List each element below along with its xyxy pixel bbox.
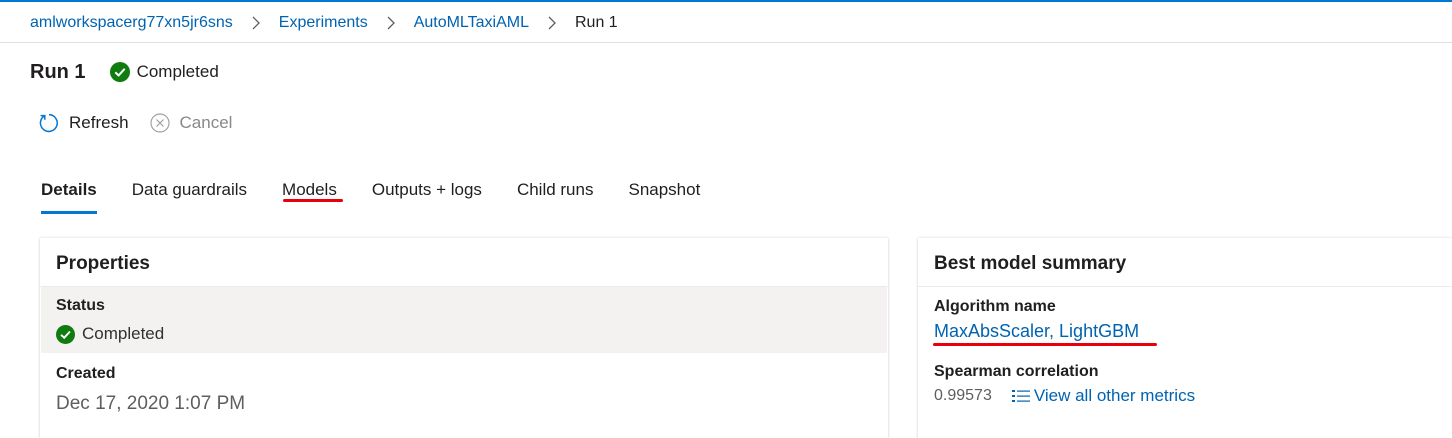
check-circle-icon — [109, 62, 130, 82]
breadcrumb-experiment-name[interactable]: AutoMLTaxiAML — [414, 14, 529, 32]
refresh-label: Refresh — [69, 113, 129, 132]
header-divider — [0, 42, 1452, 43]
property-created: Created Dec 17, 2020 1:07 PM — [41, 355, 887, 421]
status-value-text: Completed — [82, 324, 165, 343]
algorithm-name-link[interactable]: MaxAbsScaler, LightGBM — [934, 321, 1139, 342]
refresh-button[interactable]: Refresh — [38, 112, 129, 134]
tab-outputs-logs[interactable]: Outputs + logs — [372, 176, 482, 204]
cancel-label: Cancel — [179, 113, 233, 132]
cancel-button[interactable]: Cancel — [149, 112, 233, 134]
tab-snapshot[interactable]: Snapshot — [628, 176, 700, 204]
tab-bar: Details Data guardrails Models Outputs +… — [41, 176, 735, 216]
page-title: Run 1 — [30, 60, 86, 83]
breadcrumb-current: Run 1 — [575, 14, 618, 31]
tab-data-guardrails[interactable]: Data guardrails — [132, 176, 247, 204]
properties-card: Properties Status Completed Created Dec … — [40, 238, 888, 438]
view-all-metrics-label: View all other metrics — [1033, 386, 1196, 405]
command-bar: Refresh Cancel — [38, 110, 232, 136]
check-circle-icon — [56, 324, 75, 344]
property-status: Status Completed — [41, 287, 887, 353]
status-value: Completed — [56, 324, 164, 344]
list-icon — [1011, 389, 1030, 403]
cancel-circle-icon — [149, 112, 171, 134]
metric-label: Spearman correlation — [934, 363, 1099, 380]
annotation-underline-models — [283, 199, 343, 202]
properties-title: Properties — [56, 253, 150, 274]
metric-row: 0.99573 View all other metrics — [934, 386, 1195, 406]
annotation-underline-algorithm — [933, 343, 1157, 346]
metric-value: 0.99573 — [934, 387, 992, 404]
chevron-right-icon — [249, 16, 263, 30]
breadcrumb: amlworkspacerg77xn5jr6sns Experiments Au… — [30, 12, 618, 34]
breadcrumb-workspace[interactable]: amlworkspacerg77xn5jr6sns — [30, 14, 233, 32]
created-value: Dec 17, 2020 1:07 PM — [56, 393, 246, 414]
status-label: Status — [56, 297, 105, 314]
algorithm-name-label: Algorithm name — [934, 298, 1056, 315]
tab-child-runs[interactable]: Child runs — [517, 176, 594, 204]
breadcrumb-experiments[interactable]: Experiments — [279, 14, 368, 32]
run-status-label: Completed — [136, 62, 219, 81]
top-accent-line — [0, 0, 1452, 2]
chevron-right-icon — [545, 16, 559, 30]
tab-details[interactable]: Details — [41, 176, 97, 214]
created-label: Created — [56, 365, 116, 382]
chevron-right-icon — [384, 16, 398, 30]
best-model-title: Best model summary — [934, 253, 1127, 274]
title-row: Run 1 Completed — [30, 58, 219, 86]
refresh-icon — [38, 112, 60, 134]
best-model-summary-card: Best model summary Algorithm name MaxAbs… — [918, 238, 1452, 438]
view-all-metrics-link[interactable]: View all other metrics — [1011, 386, 1196, 406]
card-divider — [918, 286, 1452, 287]
run-status: Completed — [109, 62, 219, 82]
